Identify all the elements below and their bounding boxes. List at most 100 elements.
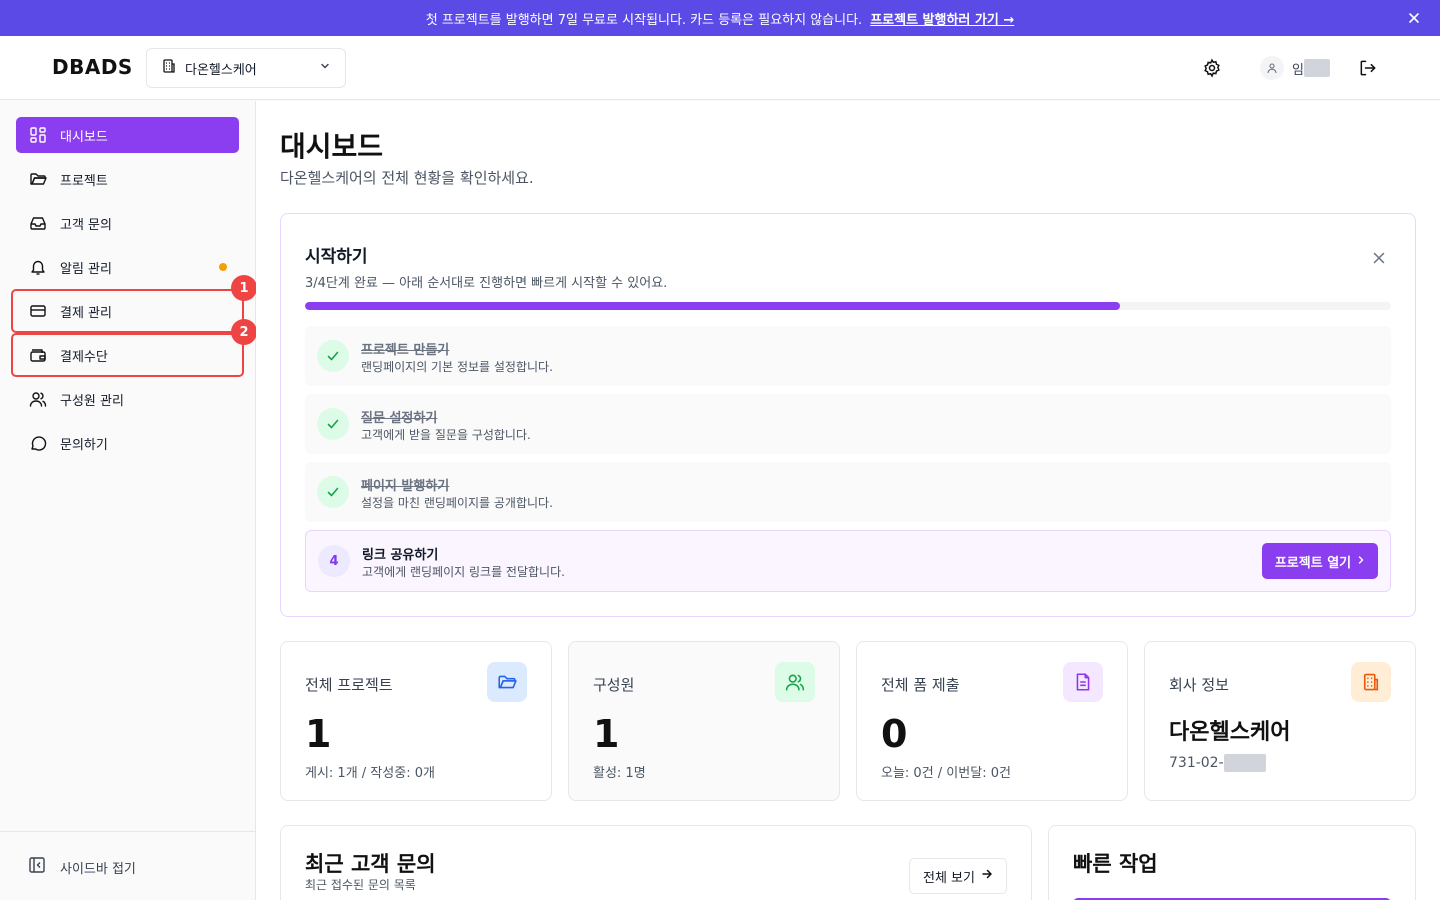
- building-icon: [161, 58, 177, 78]
- banner-link[interactable]: 프로젝트 발행하러 가기 →: [870, 9, 1014, 28]
- sidebar-item-label: 대시보드: [60, 129, 108, 145]
- document-icon: [1063, 662, 1103, 702]
- inbox-icon: [28, 213, 48, 233]
- card-label: 회사 정보: [1169, 676, 1229, 694]
- sidebar-item-dashboard[interactable]: 대시보드: [16, 117, 239, 153]
- step-desc: 고객에게 랜딩페이지 링크를 전달합니다.: [362, 565, 565, 579]
- collapse-sidebar-button[interactable]: 사이드바 접기: [28, 856, 136, 878]
- step-title: 페이지 발행하기: [361, 479, 450, 494]
- org-select[interactable]: 다온헬스케어: [146, 48, 346, 88]
- chevron-down-icon: [319, 60, 331, 76]
- step-desc: 고객에게 받을 질문을 구성합니다.: [361, 428, 531, 442]
- chat-icon: [28, 433, 48, 453]
- step-title: 질문 설정하기: [361, 411, 438, 426]
- collapse-label: 사이드바 접기: [60, 861, 136, 877]
- open-project-label: 프로젝트 열기: [1274, 555, 1352, 571]
- sidebar-footer: 사이드바 접기: [0, 831, 255, 900]
- view-all-button[interactable]: 전체 보기: [909, 858, 1007, 894]
- business-number: 731-02-: [1169, 754, 1266, 772]
- org-name: 다온헬스케어: [185, 62, 257, 78]
- onboarding-desc: 3/4단계 완료 — 아래 순서대로 진행하면 빠르게 시작할 수 있어요.: [305, 276, 668, 291]
- bell-icon: [28, 257, 48, 277]
- check-icon: [317, 476, 349, 508]
- users-icon: [775, 662, 815, 702]
- card-sub: 오늘: 0건 / 이번달: 0건: [881, 766, 1011, 781]
- progress-fill: [305, 302, 1120, 310]
- highlight-box-payment-method: [11, 333, 244, 377]
- recent-title: 최근 고객 문의: [305, 852, 436, 876]
- redacted-business-number: [1223, 754, 1266, 772]
- check-icon: [317, 408, 349, 440]
- banner-text: 첫 프로젝트를 발행하면 7일 무료로 시작됩니다. 카드 등록은 필요하지 않…: [425, 12, 863, 28]
- annotation-badge: 2: [231, 319, 257, 345]
- sidebar-item-label: 구성원 관리: [60, 393, 124, 409]
- card-label: 전체 프로젝트: [305, 676, 393, 694]
- page-subtitle: 다온헬스케어의 전체 현황을 확인하세요.: [280, 169, 534, 187]
- step-title: 링크 공유하기: [362, 548, 439, 563]
- stat-card-projects[interactable]: 전체 프로젝트 1 게시: 1개 / 작성중: 0개: [280, 641, 552, 801]
- close-icon[interactable]: [1404, 8, 1424, 28]
- promo-banner: 첫 프로젝트를 발행하면 7일 무료로 시작됩니다. 카드 등록은 필요하지 않…: [0, 0, 1440, 36]
- avatar: [1260, 56, 1284, 80]
- user-name: 임: [1292, 62, 1304, 78]
- card-value: 1: [305, 712, 332, 756]
- quick-title: 빠른 작업: [1073, 852, 1158, 876]
- gear-icon[interactable]: [1200, 56, 1224, 80]
- top-header: DBADS 다온헬스케어 임: [0, 36, 1440, 100]
- onboarding-title: 시작하기: [305, 247, 368, 267]
- sidebar: 대시보드 프로젝트 고객 문의 알림 관리 결제 관리 결제수단 구성원 관리 …: [0, 101, 257, 900]
- onboarding-card: 시작하기 3/4단계 완료 — 아래 순서대로 진행하면 빠르게 시작할 수 있…: [280, 213, 1416, 617]
- building-icon: [1351, 662, 1391, 702]
- company-name: 다온헬스케어: [1169, 720, 1291, 745]
- open-project-button[interactable]: 프로젝트 열기: [1262, 543, 1378, 579]
- sidebar-collapse-icon: [28, 856, 46, 878]
- main-content: 대시보드 다온헬스케어의 전체 현황을 확인하세요. 시작하기 3/4단계 완료…: [256, 101, 1440, 900]
- stat-card-company[interactable]: 회사 정보 다온헬스케어 731-02-: [1144, 641, 1416, 801]
- step-item[interactable]: 프로젝트 만들기 랜딩페이지의 기본 정보를 설정합니다.: [305, 326, 1391, 386]
- step-item[interactable]: 질문 설정하기 고객에게 받을 질문을 구성합니다.: [305, 394, 1391, 454]
- logo[interactable]: DBADS: [52, 55, 133, 79]
- annotation-badge: 1: [231, 275, 257, 301]
- progress-bar: [305, 302, 1391, 310]
- sidebar-item-label: 프로젝트: [60, 173, 108, 189]
- logout-icon[interactable]: [1356, 56, 1380, 80]
- sidebar-item-notifications[interactable]: 알림 관리: [16, 249, 239, 285]
- sidebar-item-label: 고객 문의: [60, 217, 112, 233]
- card-label: 전체 폼 제출: [881, 676, 960, 694]
- stat-card-submissions[interactable]: 전체 폼 제출 0 오늘: 0건 / 이번달: 0건: [856, 641, 1128, 801]
- step-item[interactable]: 페이지 발행하기 설정을 마친 랜딩페이지를 공개합니다.: [305, 462, 1391, 522]
- notification-dot: [219, 263, 227, 271]
- card-label: 구성원: [593, 676, 635, 694]
- redacted-name: [1303, 59, 1330, 77]
- sidebar-item-inquiries[interactable]: 고객 문의: [16, 205, 239, 241]
- recent-inquiries-panel: 최근 고객 문의 최근 접수된 문의 목록 전체 보기: [280, 825, 1032, 900]
- sidebar-item-label: 문의하기: [60, 437, 108, 453]
- folder-icon: [487, 662, 527, 702]
- sidebar-item-projects[interactable]: 프로젝트: [16, 161, 239, 197]
- sidebar-item-members[interactable]: 구성원 관리: [16, 381, 239, 417]
- step-item-current[interactable]: 4 링크 공유하기 고객에게 랜딩페이지 링크를 전달합니다. 프로젝트 열기: [305, 530, 1391, 592]
- users-icon: [28, 389, 48, 409]
- step-number: 4: [318, 545, 350, 577]
- chevron-right-icon: [1357, 554, 1365, 569]
- sidebar-item-label: 알림 관리: [60, 261, 112, 277]
- grid-icon: [28, 125, 48, 145]
- page-title: 대시보드: [280, 130, 384, 163]
- highlight-box-billing: [11, 289, 244, 333]
- user-menu[interactable]: 임: [1260, 56, 1330, 80]
- step-desc: 랜딩페이지의 기본 정보를 설정합니다.: [361, 360, 553, 374]
- stat-card-members[interactable]: 구성원 1 활성: 1명: [568, 641, 840, 801]
- sidebar-item-contact[interactable]: 문의하기: [16, 425, 239, 461]
- step-title: 프로젝트 만들기: [361, 343, 450, 358]
- recent-sub: 최근 접수된 문의 목록: [305, 878, 416, 892]
- check-icon: [317, 340, 349, 372]
- quick-actions-panel: 빠른 작업: [1048, 825, 1416, 900]
- card-sub: 활성: 1명: [593, 766, 646, 781]
- view-all-label: 전체 보기: [923, 870, 975, 886]
- card-value: 0: [881, 712, 908, 756]
- business-number-prefix: 731-02-: [1169, 755, 1224, 771]
- arrow-right-icon: [981, 868, 993, 884]
- close-icon[interactable]: [1371, 250, 1387, 266]
- card-sub: 게시: 1개 / 작성중: 0개: [305, 766, 435, 781]
- card-value: 1: [593, 712, 620, 756]
